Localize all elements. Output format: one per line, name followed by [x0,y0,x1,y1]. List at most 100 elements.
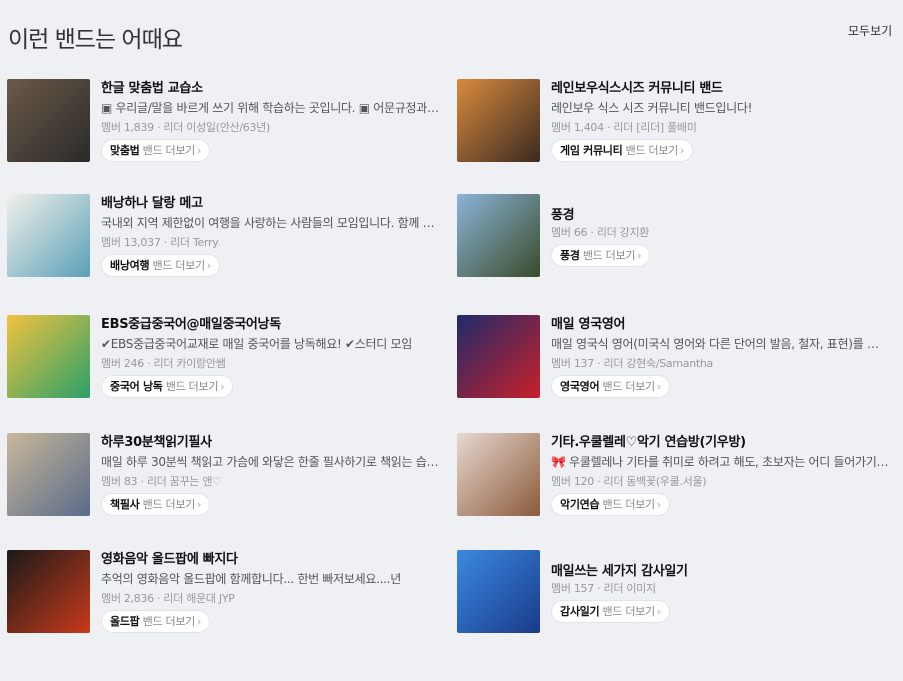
band-thumbnail[interactable] [457,433,540,516]
band-card[interactable]: 레인보우식스시즈 커뮤니티 밴드 레인보우 식스 시즈 커뮤니티 밴드입니다! … [457,79,897,169]
band-card[interactable]: 기타.우쿨렐레♡악기 연습방(기우방) 🎀 우쿨렐레나 기타를 취미로 하려고 … [457,433,897,523]
band-card[interactable]: EBS중급중국어@매일중국어낭독 ✔EBS중급중국어교재로 매일 중국어를 낭독… [7,315,447,405]
band-tag: 중국어 낭독 [110,380,163,393]
band-meta: 멤버 157 · 리더 이미지 [551,582,656,595]
band-name[interactable]: 레인보우식스시즈 커뮤니티 밴드 [551,77,891,97]
band-card[interactable]: 영화음악 올드팝에 빠지다 추억의 영화음악 올드팝에 함께합니다... 한번 … [7,550,447,640]
band-more-label: 밴드 더보기 [602,498,655,511]
band-card[interactable]: 풍경 멤버 66 · 리더 강지환 풍경 밴드 더보기 › [457,194,897,284]
band-tag: 책필사 [110,498,140,511]
band-name[interactable]: 매일쓰는 세가지 감사일기 [551,560,891,580]
chevron-right-icon: › [637,249,642,262]
band-info: 레인보우식스시즈 커뮤니티 밴드 레인보우 식스 시즈 커뮤니티 밴드입니다! … [551,79,891,162]
see-all-label: 모두보기 [848,24,893,38]
see-all-link[interactable]: 모두보기 [848,22,892,39]
band-more-label: 밴드 더보기 [602,380,655,393]
band-tag: 풍경 [560,249,580,262]
band-meta: 멤버 137 · 리더 강현숙/Samantha [551,357,714,370]
band-tag: 배낭여행 [110,259,150,272]
band-more-label: 밴드 더보기 [625,144,679,157]
band-name[interactable]: 하루30분책읽기필사 [101,431,441,451]
band-card[interactable]: 매일쓰는 세가지 감사일기 멤버 157 · 리더 이미지 감사일기 밴드 더보… [457,550,897,640]
band-more-button[interactable]: 악기연습 밴드 더보기 › [551,493,670,516]
band-name[interactable]: 풍경 [551,204,891,224]
band-meta: 멤버 1,839 · 리더 이성일(안산/63년) [101,121,270,134]
band-more-button[interactable]: 배낭여행 밴드 더보기 › [101,254,220,277]
chevron-right-icon: › [196,615,202,628]
band-meta: 멤버 66 · 리더 강지환 [551,226,650,239]
band-meta: 멤버 1,404 · 리더 [리더] 풀배미 [551,121,697,134]
band-more-label: 밴드 더보기 [142,615,196,628]
band-name[interactable]: 기타.우쿨렐레♡악기 연습방(기우방) [551,431,891,451]
band-info: 배낭하나 달랑 메고 국내외 지역 제한없이 여행을 사랑하는 사람들의 모임입… [101,194,441,277]
band-tag: 감사일기 [560,605,600,618]
band-description: 매일 하루 30분씩 책읽고 가슴에 와닿은 한줄 필사하기로 책읽는 습관을 [101,455,439,469]
band-tag: 영국영어 [560,380,600,393]
band-more-label: 밴드 더보기 [165,380,219,393]
band-description: ✔EBS중급중국어교재로 매일 중국어를 낭독해요! ✔스터디 모임 [101,337,412,351]
band-tag: 맞춤법 [110,144,140,157]
band-description: 추억의 영화음악 올드팝에 함께합니다... 한번 빠저보세요....년 [101,572,401,586]
band-thumbnail[interactable] [457,194,540,277]
band-thumbnail[interactable] [7,79,90,162]
chevron-right-icon: › [220,380,225,393]
band-info: 풍경 멤버 66 · 리더 강지환 풍경 밴드 더보기 › [551,206,891,267]
band-thumbnail[interactable] [7,550,90,633]
band-info: 한글 맞춤법 교습소 ▣ 우리글/말을 바르게 쓰기 위해 학습하는 곳입니다.… [101,79,441,162]
band-info: 하루30분책읽기필사 매일 하루 30분씩 책읽고 가슴에 와닿은 한줄 필사하… [101,433,441,516]
band-meta: 멤버 120 · 리더 동백꽃(우쿨.서울) [551,475,707,488]
chevron-right-icon: › [656,380,661,393]
band-description: 매일 영국식 영어(미국식 영어와 다른 단어의 발음, 철자, 표현)를 배워… [551,337,889,351]
band-more-label: 밴드 더보기 [602,605,655,618]
section-title: 이런 밴드는 어때요 [8,27,183,53]
band-meta: 멤버 13,037 · 리더 Terry [101,236,219,249]
band-more-label: 밴드 더보기 [142,144,196,157]
chevron-right-icon: › [196,144,202,157]
band-card[interactable]: 배낭하나 달랑 메고 국내외 지역 제한없이 여행을 사랑하는 사람들의 모임입… [7,194,447,284]
band-more-label: 밴드 더보기 [152,259,205,272]
band-more-button[interactable]: 영국영어 밴드 더보기 › [551,375,670,398]
band-more-button[interactable]: 풍경 밴드 더보기 › [551,244,651,267]
band-more-button[interactable]: 맞춤법 밴드 더보기 › [101,139,211,162]
band-more-button[interactable]: 게임 커뮤니티 밴드 더보기 › [551,139,694,162]
chevron-right-icon: › [196,498,202,511]
band-thumbnail[interactable] [7,194,90,277]
band-thumbnail[interactable] [457,550,540,633]
band-more-button[interactable]: 책필사 밴드 더보기 › [101,493,211,516]
band-card[interactable]: 하루30분책읽기필사 매일 하루 30분씩 책읽고 가슴에 와닿은 한줄 필사하… [7,433,447,523]
band-card[interactable]: 한글 맞춤법 교습소 ▣ 우리글/말을 바르게 쓰기 위해 학습하는 곳입니다.… [7,79,447,169]
band-meta: 멤버 2,836 · 리더 해운대 JYP [101,592,235,605]
band-more-label: 밴드 더보기 [142,498,196,511]
band-name[interactable]: 매일 영국영어 [551,313,891,333]
chevron-right-icon: › [206,259,211,272]
band-name[interactable]: 한글 맞춤법 교습소 [101,77,441,97]
band-description: 국내외 지역 제한없이 여행을 사랑하는 사람들의 모임입니다. 함께 떠나요 [101,216,439,230]
band-description: 레인보우 식스 시즈 커뮤니티 밴드입니다! [551,101,753,115]
band-info: 매일쓰는 세가지 감사일기 멤버 157 · 리더 이미지 감사일기 밴드 더보… [551,562,891,623]
band-info: 기타.우쿨렐레♡악기 연습방(기우방) 🎀 우쿨렐레나 기타를 취미로 하려고 … [551,433,891,516]
band-tag: 게임 커뮤니티 [560,144,623,157]
band-info: 영화음악 올드팝에 빠지다 추억의 영화음악 올드팝에 함께합니다... 한번 … [101,550,441,633]
band-thumbnail[interactable] [457,79,540,162]
band-tag: 악기연습 [560,498,600,511]
band-description: 🎀 우쿨렐레나 기타를 취미로 하려고 해도, 초보자는 어디 들어가기가 어렵… [551,455,889,469]
band-name[interactable]: EBS중급중국어@매일중국어낭독 [101,313,441,333]
chevron-right-icon: › [656,498,661,511]
chevron-right-icon: › [656,605,661,618]
band-more-button[interactable]: 중국어 낭독 밴드 더보기 › [101,375,234,398]
band-thumbnail[interactable] [457,315,540,398]
band-name[interactable]: 영화음악 올드팝에 빠지다 [101,548,441,568]
band-name[interactable]: 배낭하나 달랑 메고 [101,192,441,212]
band-more-button[interactable]: 올드팝 밴드 더보기 › [101,610,211,633]
band-thumbnail[interactable] [7,315,90,398]
band-description: ▣ 우리글/말을 바르게 쓰기 위해 학습하는 곳입니다. ▣ 어문규정과 표준… [101,101,439,115]
band-thumbnail[interactable] [7,433,90,516]
band-more-button[interactable]: 감사일기 밴드 더보기 › [551,600,670,623]
band-info: 매일 영국영어 매일 영국식 영어(미국식 영어와 다른 단어의 발음, 철자,… [551,315,891,398]
band-more-label: 밴드 더보기 [582,249,636,262]
band-tag: 올드팝 [110,615,140,628]
band-meta: 멤버 246 · 리더 카이랑안쌤 [101,357,226,370]
band-info: EBS중급중국어@매일중국어낭독 ✔EBS중급중국어교재로 매일 중국어를 낭독… [101,315,441,398]
band-card[interactable]: 매일 영국영어 매일 영국식 영어(미국식 영어와 다른 단어의 발음, 철자,… [457,315,897,405]
chevron-right-icon: › [679,144,685,157]
